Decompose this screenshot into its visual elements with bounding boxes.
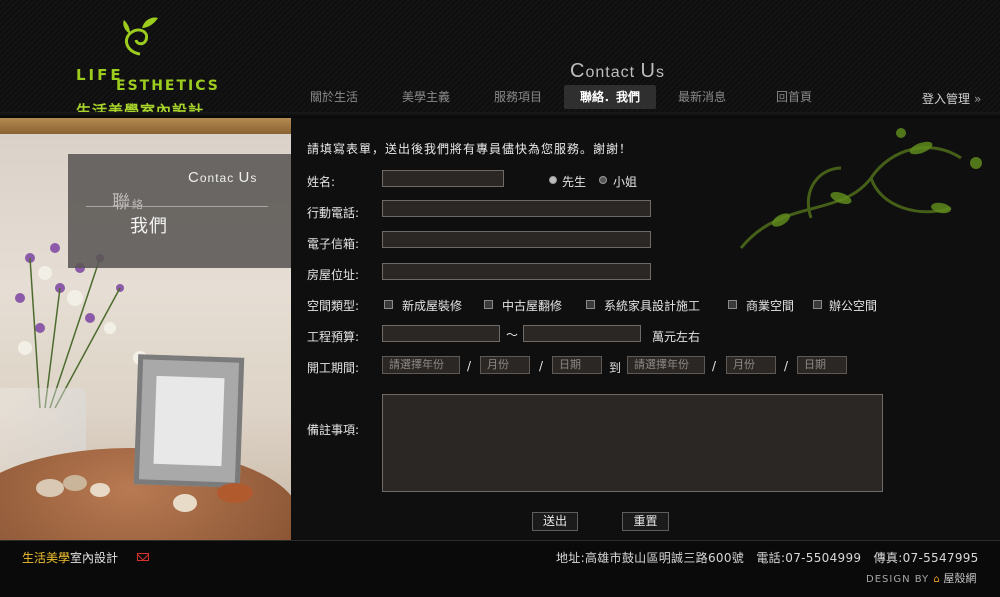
page-title-c: C [570, 60, 586, 82]
notes-label: 備註事項: [307, 423, 360, 437]
slash-4: / [784, 359, 789, 373]
space-office-label: 辦公空間 [829, 299, 878, 313]
name-label: 姓名: [307, 175, 336, 189]
page-title-ontact: ontact [585, 64, 641, 81]
space-system-checkbox[interactable] [586, 300, 595, 309]
nav-contact[interactable]: 聯絡．我們 [564, 85, 656, 109]
contact-us-label-box: Contac Us 聯絡 我們 [68, 154, 291, 268]
mobile-label: 行動電話: [307, 206, 360, 220]
gender-ms-label: 小姐 [613, 175, 638, 189]
decor-photo: Contac Us 聯絡 我們 [0, 118, 291, 540]
frame-photo [153, 375, 225, 467]
slash-2: / [539, 359, 544, 373]
contact-us-en-c: C [188, 169, 200, 186]
gender-ms-radio[interactable] [599, 176, 607, 184]
budget-min-input[interactable] [382, 325, 500, 342]
end-day-select[interactable]: 日期 [797, 356, 847, 374]
space-used-checkbox[interactable] [484, 300, 493, 309]
budget-max-input[interactable] [523, 325, 641, 342]
footer-contact-info: 地址:高雄市鼓山區明誠三路600號 電話:07-5504999 傳真:07-55… [556, 551, 979, 565]
house-icon: ⌂ [933, 574, 941, 585]
design-by-label: DESIGN BY [866, 574, 930, 585]
name-input[interactable] [382, 170, 504, 187]
end-month-select[interactable]: 月份 [726, 356, 776, 374]
mail-icon[interactable] [137, 553, 149, 561]
mobile-input[interactable] [382, 200, 651, 217]
start-month-select[interactable]: 月份 [480, 356, 530, 374]
contact-us-en-u: U [238, 169, 251, 186]
reset-button[interactable]: 重置 [622, 512, 669, 531]
start-day-select[interactable]: 日期 [552, 356, 602, 374]
contact-cn-line2: 我們 [130, 216, 168, 237]
end-year-select[interactable]: 請選擇年份 [627, 356, 705, 374]
slash-1: / [467, 359, 472, 373]
nav-news[interactable]: 最新消息 [656, 85, 748, 109]
contact-us-en-s: s [250, 171, 258, 185]
contact-cn-lian: 聯 [112, 192, 132, 213]
gender-mr-label: 先生 [562, 175, 587, 189]
main-nav: 關於生活 美學主義 服務項目 聯絡．我們 最新消息 回首頁 [288, 85, 840, 109]
space-type-label: 空間類型: [307, 299, 360, 313]
to-label: 到 [609, 361, 622, 375]
page-title-s: s [655, 64, 665, 81]
nav-home[interactable]: 回首頁 [748, 85, 840, 109]
submit-button[interactable]: 送出 [532, 512, 578, 531]
nav-services[interactable]: 服務項目 [472, 85, 564, 109]
contact-form-panel: 請填寫表單，送出後我們將有專員儘快為您服務。謝謝！ 姓名: 先生 小姐 行動電話… [291, 118, 1000, 540]
start-year-select[interactable]: 請選擇年份 [382, 356, 460, 374]
period-label: 開工期間: [307, 361, 360, 375]
slash-3: / [712, 359, 717, 373]
double-chevron-right-icon: » [974, 92, 982, 106]
footer-brand-b: 室內設計 [70, 551, 119, 565]
budget-label: 工程預算: [307, 330, 360, 344]
footer-brand-a: 生活美學 [22, 551, 71, 565]
space-office-checkbox[interactable] [813, 300, 822, 309]
address-label: 房屋位址: [307, 268, 360, 282]
budget-unit: 萬元左右 [652, 330, 701, 344]
notes-textarea[interactable] [382, 394, 883, 492]
address-input[interactable] [382, 263, 651, 280]
nav-aesthetics[interactable]: 美學主義 [380, 85, 472, 109]
vine-ornament-icon [739, 128, 982, 249]
space-new-label: 新成屋裝修 [402, 299, 463, 313]
logo-text-esthetics: ESTHETICS [116, 78, 220, 94]
site-logo[interactable]: LIFE ESTHETICS 生活美學室內設計 [72, 14, 222, 120]
leaf-swirl-icon [123, 17, 158, 56]
designer-name: 屋殼網 [943, 572, 977, 585]
space-new-checkbox[interactable] [384, 300, 393, 309]
admin-login-label: 登入管理 [922, 92, 971, 106]
admin-login-link[interactable]: 登入管理» [922, 90, 981, 107]
nav-about[interactable]: 關於生活 [288, 85, 380, 109]
budget-tilde: ～ [506, 328, 519, 342]
page-title: Contact Us [570, 60, 665, 83]
space-commercial-checkbox[interactable] [728, 300, 737, 309]
form-intro-text: 請填寫表單，送出後我們將有專員儘快為您服務。謝謝！ [307, 142, 633, 156]
seashells-image [36, 475, 253, 512]
space-system-label: 系統家具設計施工 [604, 299, 701, 313]
email-label: 電子信箱: [307, 237, 360, 251]
gender-mr-radio[interactable] [549, 176, 557, 184]
wall-molding [0, 118, 291, 134]
contact-cn-line1: 聯絡 [112, 188, 145, 214]
design-credit[interactable]: DESIGN BY ⌂ 屋殼網 [866, 570, 976, 586]
contact-us-en: Contac Us [188, 169, 257, 186]
site-header: LIFE ESTHETICS 生活美學室內設計 Contact Us 關於生活 … [0, 0, 1000, 120]
site-footer: 生活美學室內設計 地址:高雄市鼓山區明誠三路600號 電話:07-5504999… [0, 540, 1000, 597]
email-input[interactable] [382, 231, 651, 248]
space-used-label: 中古屋翻修 [502, 299, 563, 313]
space-commercial-label: 商業空間 [746, 299, 795, 313]
page-title-u: U [640, 60, 656, 82]
footer-brand: 生活美學室內設計 [22, 549, 118, 566]
contact-us-en-ontac: ontac [199, 171, 239, 185]
contact-cn-luo: 絡 [132, 198, 145, 211]
